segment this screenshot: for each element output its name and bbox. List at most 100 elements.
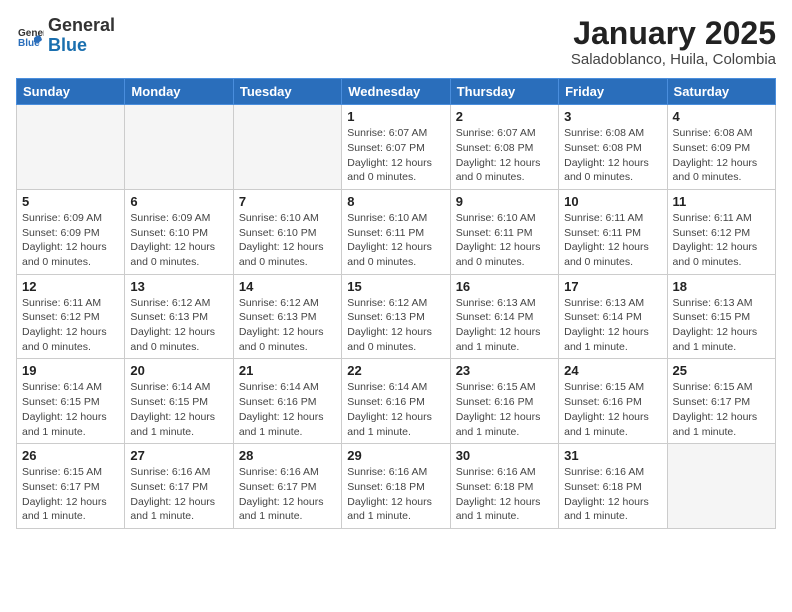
calendar-cell: 22 Sunrise: 6:14 AM Sunset: 6:16 PM Dayli… — [342, 359, 450, 444]
day-number: 7 — [239, 194, 336, 209]
calendar-cell: 20Sunrise: 6:14 AM Sunset: 6:15 PM Dayli… — [125, 359, 233, 444]
day-number: 19 — [22, 363, 119, 378]
day-info: Sunrise: 6:14 AM Sunset: 6:15 PM Dayligh… — [22, 380, 119, 439]
calendar-week-row: 26Sunrise: 6:15 AM Sunset: 6:17 PM Dayli… — [17, 444, 776, 529]
day-info: Sunrise: 6:11 AM Sunset: 6:12 PM Dayligh… — [673, 211, 770, 270]
calendar-cell: 6 Sunrise: 6:09 AM Sunset: 6:10 PM Daylig… — [125, 189, 233, 274]
day-number: 27 — [130, 448, 227, 463]
calendar-cell: 9 Sunrise: 6:10 AM Sunset: 6:11 PM Daylig… — [450, 189, 558, 274]
day-number: 21 — [239, 363, 336, 378]
calendar-cell: 11 Sunrise: 6:11 AM Sunset: 6:12 PM Dayli… — [667, 189, 775, 274]
day-info: Sunrise: 6:09 AM Sunset: 6:09 PM Dayligh… — [22, 211, 119, 270]
day-number: 15 — [347, 279, 444, 294]
calendar: SundayMondayTuesdayWednesdayThursdayFrid… — [16, 78, 776, 529]
calendar-cell: 25 Sunrise: 6:15 AM Sunset: 6:17 PM Dayli… — [667, 359, 775, 444]
header: General Blue General Blue January 2025 S… — [16, 16, 776, 68]
calendar-header-tuesday: Tuesday — [233, 79, 341, 105]
day-info: Sunrise: 6:11 AM Sunset: 6:11 PM Dayligh… — [564, 211, 661, 270]
calendar-cell: 10Sunrise: 6:11 AM Sunset: 6:11 PM Dayli… — [559, 189, 667, 274]
location: Saladoblanco, Huila, Colombia — [571, 51, 776, 68]
day-info: Sunrise: 6:14 AM Sunset: 6:16 PM Dayligh… — [347, 380, 444, 439]
calendar-cell: 15 Sunrise: 6:12 AM Sunset: 6:13 PM Dayli… — [342, 274, 450, 359]
day-number: 30 — [456, 448, 553, 463]
calendar-cell — [17, 105, 125, 190]
day-number: 3 — [564, 109, 661, 124]
day-number: 25 — [673, 363, 770, 378]
day-info: Sunrise: 6:12 AM Sunset: 6:13 PM Dayligh… — [130, 296, 227, 355]
day-number: 17 — [564, 279, 661, 294]
day-info: Sunrise: 6:07 AM Sunset: 6:08 PM Dayligh… — [456, 126, 553, 185]
calendar-cell: 28 Sunrise: 6:16 AM Sunset: 6:17 PM Dayli… — [233, 444, 341, 529]
calendar-cell — [125, 105, 233, 190]
day-info: Sunrise: 6:13 AM Sunset: 6:14 PM Dayligh… — [456, 296, 553, 355]
calendar-cell: 14 Sunrise: 6:12 AM Sunset: 6:13 PM Dayli… — [233, 274, 341, 359]
calendar-header-saturday: Saturday — [667, 79, 775, 105]
calendar-cell: 27 Sunrise: 6:16 AM Sunset: 6:17 PM Dayli… — [125, 444, 233, 529]
calendar-cell: 4 Sunrise: 6:08 AM Sunset: 6:09 PM Daylig… — [667, 105, 775, 190]
calendar-header-sunday: Sunday — [17, 79, 125, 105]
logo-icon: General Blue — [16, 22, 44, 50]
calendar-cell: 3Sunrise: 6:08 AM Sunset: 6:08 PM Daylig… — [559, 105, 667, 190]
day-number: 12 — [22, 279, 119, 294]
day-number: 29 — [347, 448, 444, 463]
calendar-cell: 31Sunrise: 6:16 AM Sunset: 6:18 PM Dayli… — [559, 444, 667, 529]
calendar-cell: 12Sunrise: 6:11 AM Sunset: 6:12 PM Dayli… — [17, 274, 125, 359]
calendar-week-row: 19 Sunrise: 6:14 AM Sunset: 6:15 PM Dayli… — [17, 359, 776, 444]
day-info: Sunrise: 6:12 AM Sunset: 6:13 PM Dayligh… — [239, 296, 336, 355]
day-info: Sunrise: 6:09 AM Sunset: 6:10 PM Dayligh… — [130, 211, 227, 270]
day-info: Sunrise: 6:16 AM Sunset: 6:18 PM Dayligh… — [347, 465, 444, 524]
day-info: Sunrise: 6:16 AM Sunset: 6:17 PM Dayligh… — [239, 465, 336, 524]
day-number: 23 — [456, 363, 553, 378]
calendar-cell: 30Sunrise: 6:16 AM Sunset: 6:18 PM Dayli… — [450, 444, 558, 529]
day-info: Sunrise: 6:10 AM Sunset: 6:10 PM Dayligh… — [239, 211, 336, 270]
day-number: 14 — [239, 279, 336, 294]
calendar-header-monday: Monday — [125, 79, 233, 105]
calendar-cell: 26Sunrise: 6:15 AM Sunset: 6:17 PM Dayli… — [17, 444, 125, 529]
calendar-cell: 23 Sunrise: 6:15 AM Sunset: 6:16 PM Dayli… — [450, 359, 558, 444]
day-info: Sunrise: 6:10 AM Sunset: 6:11 PM Dayligh… — [456, 211, 553, 270]
calendar-cell — [667, 444, 775, 529]
calendar-cell — [233, 105, 341, 190]
calendar-cell: 18 Sunrise: 6:13 AM Sunset: 6:15 PM Dayli… — [667, 274, 775, 359]
calendar-header-row: SundayMondayTuesdayWednesdayThursdayFrid… — [17, 79, 776, 105]
month-title: January 2025 — [571, 16, 776, 51]
calendar-cell: 1 Sunrise: 6:07 AM Sunset: 6:07 PM Daylig… — [342, 105, 450, 190]
calendar-header-friday: Friday — [559, 79, 667, 105]
day-info: Sunrise: 6:15 AM Sunset: 6:17 PM Dayligh… — [673, 380, 770, 439]
day-info: Sunrise: 6:14 AM Sunset: 6:16 PM Dayligh… — [239, 380, 336, 439]
day-info: Sunrise: 6:13 AM Sunset: 6:14 PM Dayligh… — [564, 296, 661, 355]
day-number: 1 — [347, 109, 444, 124]
day-info: Sunrise: 6:07 AM Sunset: 6:07 PM Dayligh… — [347, 126, 444, 185]
day-info: Sunrise: 6:10 AM Sunset: 6:11 PM Dayligh… — [347, 211, 444, 270]
day-number: 4 — [673, 109, 770, 124]
day-info: Sunrise: 6:13 AM Sunset: 6:15 PM Dayligh… — [673, 296, 770, 355]
day-number: 24 — [564, 363, 661, 378]
calendar-cell: 5Sunrise: 6:09 AM Sunset: 6:09 PM Daylig… — [17, 189, 125, 274]
day-info: Sunrise: 6:15 AM Sunset: 6:16 PM Dayligh… — [564, 380, 661, 439]
calendar-week-row: 1 Sunrise: 6:07 AM Sunset: 6:07 PM Daylig… — [17, 105, 776, 190]
day-info: Sunrise: 6:16 AM Sunset: 6:17 PM Dayligh… — [130, 465, 227, 524]
day-number: 16 — [456, 279, 553, 294]
calendar-cell: 8 Sunrise: 6:10 AM Sunset: 6:11 PM Daylig… — [342, 189, 450, 274]
day-number: 13 — [130, 279, 227, 294]
day-info: Sunrise: 6:12 AM Sunset: 6:13 PM Dayligh… — [347, 296, 444, 355]
day-number: 28 — [239, 448, 336, 463]
day-number: 6 — [130, 194, 227, 209]
logo-blue-text: Blue — [48, 35, 87, 55]
calendar-header-thursday: Thursday — [450, 79, 558, 105]
calendar-cell: 17 Sunrise: 6:13 AM Sunset: 6:14 PM Dayli… — [559, 274, 667, 359]
day-number: 18 — [673, 279, 770, 294]
day-number: 22 — [347, 363, 444, 378]
calendar-cell: 24 Sunrise: 6:15 AM Sunset: 6:16 PM Dayli… — [559, 359, 667, 444]
day-number: 11 — [673, 194, 770, 209]
day-info: Sunrise: 6:08 AM Sunset: 6:09 PM Dayligh… — [673, 126, 770, 185]
calendar-cell: 7 Sunrise: 6:10 AM Sunset: 6:10 PM Daylig… — [233, 189, 341, 274]
day-number: 31 — [564, 448, 661, 463]
day-info: Sunrise: 6:15 AM Sunset: 6:16 PM Dayligh… — [456, 380, 553, 439]
calendar-cell: 29 Sunrise: 6:16 AM Sunset: 6:18 PM Dayli… — [342, 444, 450, 529]
day-info: Sunrise: 6:14 AM Sunset: 6:15 PM Dayligh… — [130, 380, 227, 439]
calendar-header-wednesday: Wednesday — [342, 79, 450, 105]
day-number: 8 — [347, 194, 444, 209]
day-number: 26 — [22, 448, 119, 463]
day-number: 9 — [456, 194, 553, 209]
